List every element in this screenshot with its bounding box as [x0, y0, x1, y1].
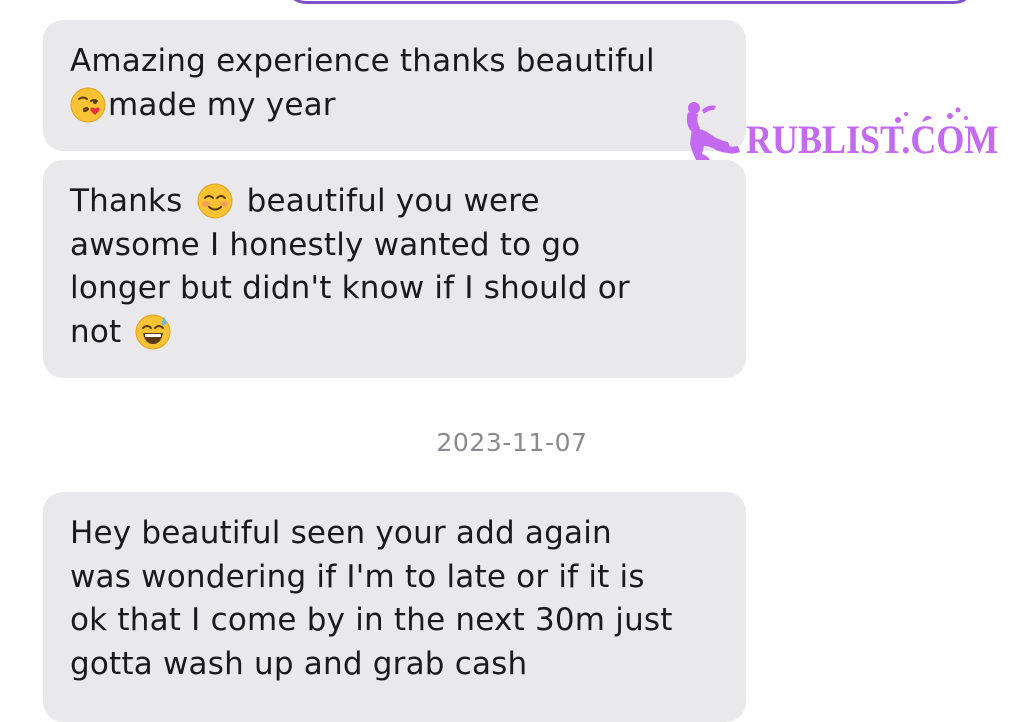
date-separator: 2023-11-07: [436, 428, 588, 457]
message-text: beautiful you were: [246, 183, 540, 219]
incoming-message-bubble[interactable]: Thanks beautiful you were awsome I hones…: [43, 160, 746, 378]
grinning-sweat-face-icon: [135, 314, 171, 349]
silhouette-logo-icon: [686, 102, 740, 160]
sparkle-icon: [895, 107, 968, 123]
watermark: RUBLIST.COM: [682, 96, 998, 162]
incoming-message-bubble[interactable]: Hey beautiful seen your add again was wo…: [43, 492, 746, 722]
message-text: Amazing experience thanks beautiful: [70, 43, 655, 79]
smiling-blush-face-icon: [197, 183, 233, 219]
kissing-face-with-heart-icon: [70, 87, 106, 122]
incoming-message-bubble[interactable]: Amazing experience thanks beautiful made…: [43, 20, 746, 151]
message-text: Hey beautiful seen your add again was wo…: [70, 515, 673, 682]
message-text: made my year: [108, 86, 336, 123]
outgoing-message-bubble-edge[interactable]: [284, 0, 976, 4]
message-text: Thanks: [70, 183, 183, 219]
